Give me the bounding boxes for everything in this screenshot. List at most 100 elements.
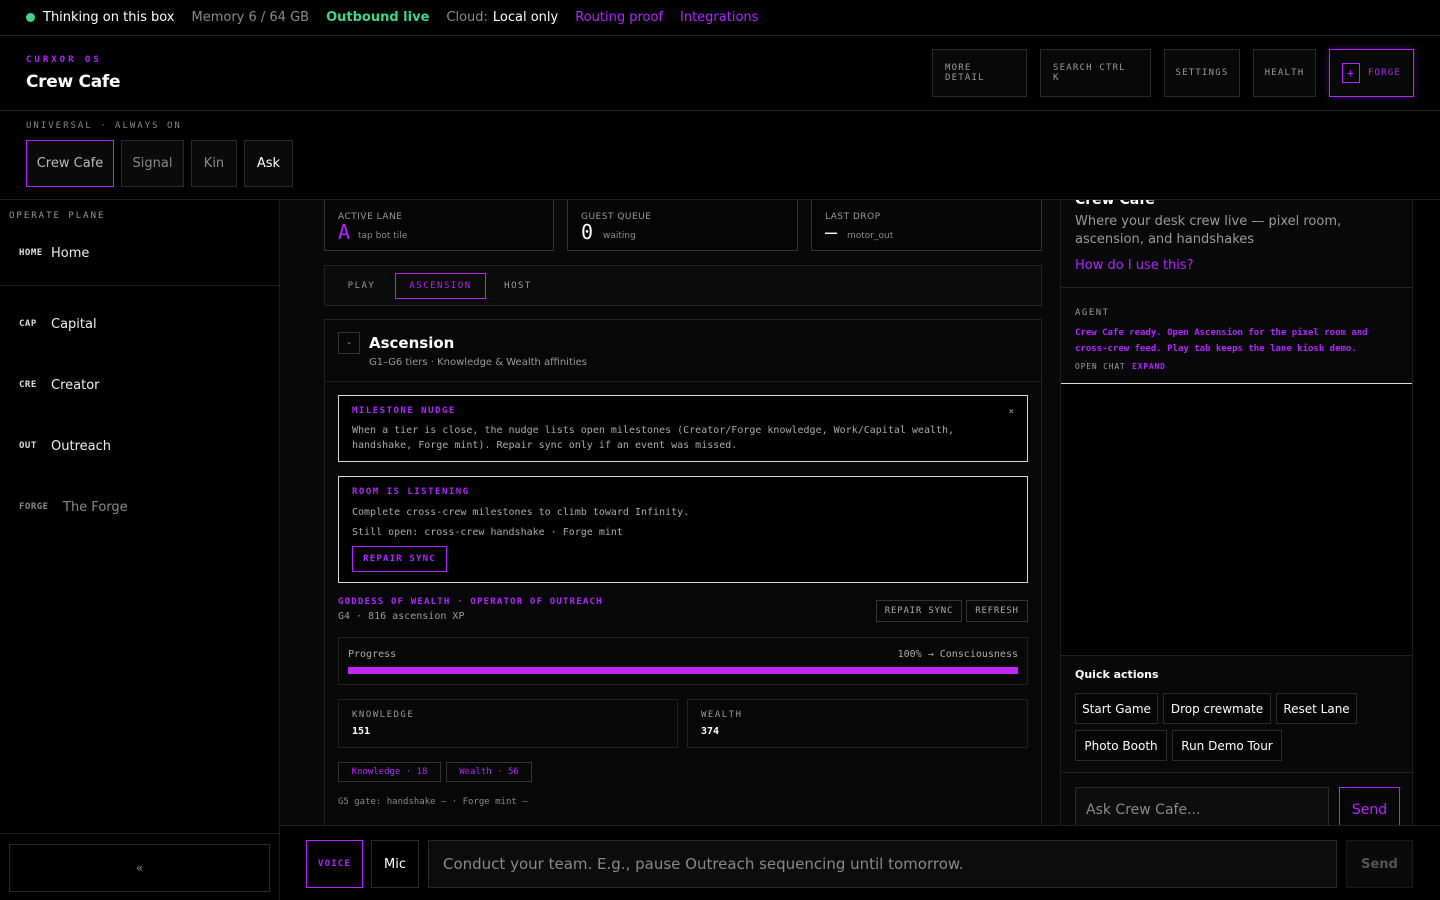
sidebar-divider (0, 285, 279, 286)
divider (1061, 655, 1412, 656)
reset-lane-button[interactable]: Reset Lane (1276, 693, 1357, 724)
nudge-title: MILESTONE NUDGE (352, 406, 456, 416)
sidebar-item-code: OUT (19, 441, 37, 451)
milestone-nudge-card: MILESTONE NUDGE × When a tier is close, … (338, 395, 1028, 462)
start-game-button[interactable]: Start Game (1075, 693, 1158, 724)
universal-tab-crew-cafe[interactable]: Crew Cafe (26, 140, 114, 187)
panel-subtitle: G1–G6 tiers · Knowledge & Wealth affinit… (369, 357, 588, 368)
universal-tab-ask[interactable]: Ask (244, 140, 293, 187)
drop-crewmate-button[interactable]: Drop crewmate (1163, 693, 1271, 724)
sidebar-item-label: Creator (51, 377, 100, 393)
sidebar-section-label: OPERATE PLANE (9, 211, 106, 221)
universal-label: UNIVERSAL · ALWAYS ON (26, 121, 182, 131)
listening-title: ROOM IS LISTENING (352, 487, 470, 497)
collapse-panel-button[interactable]: - (338, 332, 360, 354)
page-title: Crew Cafe (26, 72, 121, 92)
command-composer: VOICE Mic Send (280, 825, 1440, 900)
mic-button[interactable]: Mic (371, 840, 419, 888)
stat-label: ACTIVE LANE (338, 212, 403, 222)
help-link[interactable]: How do I use this? (1075, 258, 1194, 273)
open-chat-button[interactable]: OPEN CHAT (1075, 362, 1126, 371)
panel-title: Ascension (369, 334, 455, 352)
forge-button[interactable]: + FORGE (1329, 49, 1414, 97)
command-input[interactable] (428, 840, 1337, 888)
main-content: ACTIVE LANE A tap bot tile GUEST QUEUE 0… (280, 200, 1060, 825)
outbound-status: Outbound live (326, 10, 430, 25)
sidebar-item-creator[interactable]: CRE Creator (0, 365, 279, 405)
context-panel: Crew Cafe Where your desk crew live — pi… (1060, 200, 1413, 825)
repair-sync-button[interactable]: REPAIR SYNC (352, 546, 447, 572)
search-button[interactable]: SEARCH CTRL K (1040, 49, 1151, 97)
stat-value: A (338, 220, 351, 244)
metric-label: WEALTH (701, 710, 743, 720)
sidebar-item-label: Outreach (51, 438, 111, 454)
sidebar-item-outreach[interactable]: OUT Outreach (0, 426, 279, 466)
context-title: Crew Cafe (1075, 200, 1155, 208)
health-button[interactable]: HEALTH (1253, 49, 1316, 97)
integrations-link[interactable]: Integrations (680, 10, 758, 25)
run-demo-tour-button[interactable]: Run Demo Tour (1172, 730, 1282, 761)
plus-icon: + (1342, 63, 1360, 83)
sidebar-item-home[interactable]: HOME Home (0, 233, 279, 273)
panel-header: - Ascension G1–G6 tiers · Knowledge & We… (325, 320, 1041, 382)
cloud-label: Cloud: (446, 10, 488, 25)
stat-value: 0 (581, 220, 594, 244)
brand-kicker: CURXOR OS (26, 55, 102, 65)
repair-sync-small-button[interactable]: REPAIR SYNC (876, 600, 962, 622)
app-header: CURXOR OS Crew Cafe MORE DETAIL SEARCH C… (0, 36, 1440, 111)
stat-label: LAST DROP (825, 212, 881, 222)
tab-play[interactable]: PLAY (339, 273, 384, 299)
ask-send-button[interactable]: Send (1339, 787, 1400, 825)
online-status-dot-icon (26, 13, 35, 22)
universal-bar: UNIVERSAL · ALWAYS ON Crew Cafe Signal K… (0, 111, 1440, 200)
ascension-xp: G4 · 816 ascension XP (338, 611, 465, 622)
thinking-status: Thinking on this box (43, 10, 175, 25)
universal-tab-signal[interactable]: Signal (121, 140, 184, 187)
nudge-body: When a tier is close, the nudge lists op… (352, 425, 955, 451)
sidebar-item-capital[interactable]: CAP Capital (0, 304, 279, 344)
voice-button[interactable]: VOICE (306, 840, 363, 888)
universal-tab-kin[interactable]: Kin (191, 140, 237, 187)
divider (1061, 772, 1412, 773)
memory-status: Memory 6 / 64 GB (191, 10, 310, 25)
wealth-metric: WEALTH 374 (687, 699, 1028, 748)
photo-booth-button[interactable]: Photo Booth (1075, 730, 1167, 761)
mode-tabs: PLAY ASCENSION HOST (324, 265, 1042, 306)
tab-host[interactable]: HOST (497, 273, 539, 299)
sidebar-item-label: The Forge (63, 499, 128, 515)
settings-button[interactable]: SETTINGS (1164, 49, 1240, 97)
cloud-value: Local only (492, 10, 559, 25)
sidebar-item-code: HOME (19, 248, 43, 258)
routing-proof-link[interactable]: Routing proof (575, 10, 663, 25)
quick-actions-label: Quick actions (1075, 668, 1159, 681)
close-icon[interactable]: × (1009, 407, 1014, 417)
metric-label: KNOWLEDGE (352, 710, 415, 720)
knowledge-metric: KNOWLEDGE 151 (338, 699, 678, 748)
sidebar-item-code: FORGE (19, 502, 49, 512)
stat-label: GUEST QUEUE (581, 212, 652, 222)
stat-last-drop: LAST DROP — motor_out (811, 200, 1042, 251)
stat-active-lane: ACTIVE LANE A tap bot tile (324, 200, 554, 251)
sidebar-item-label: Home (51, 245, 90, 261)
sidebar-item-the-forge[interactable]: FORGE The Forge (0, 487, 279, 527)
progress-card: Progress 100% → Consciousness (338, 637, 1028, 685)
stat-sub: waiting (603, 231, 636, 241)
sidebar-item-code: CAP (19, 319, 37, 329)
forge-button-label: FORGE (1367, 68, 1401, 78)
expand-button[interactable]: EXPAND (1132, 362, 1166, 371)
more-detail-button[interactable]: MORE DETAIL (932, 49, 1027, 97)
ask-input[interactable] (1075, 787, 1329, 825)
context-description: Where your desk crew live — pixel room, … (1075, 214, 1342, 247)
collapse-sidebar-button[interactable]: « (9, 844, 270, 892)
gate-status: G5 gate: handshake — · Forge mint — (338, 797, 528, 807)
sidebar-footer: « (0, 833, 279, 900)
metric-value: 374 (701, 726, 720, 737)
progress-label: Progress (348, 649, 397, 660)
stat-sub: motor_out (847, 231, 894, 241)
tab-ascension[interactable]: ASCENSION (395, 273, 486, 299)
listening-line-1: Complete cross-crew milestones to climb … (352, 507, 690, 518)
command-send-button[interactable]: Send (1346, 840, 1413, 888)
progress-target: 100% → Consciousness (897, 649, 1018, 660)
listening-line-2: Still open: cross-crew handshake · Forge… (352, 527, 623, 538)
refresh-button[interactable]: REFRESH (966, 600, 1028, 622)
